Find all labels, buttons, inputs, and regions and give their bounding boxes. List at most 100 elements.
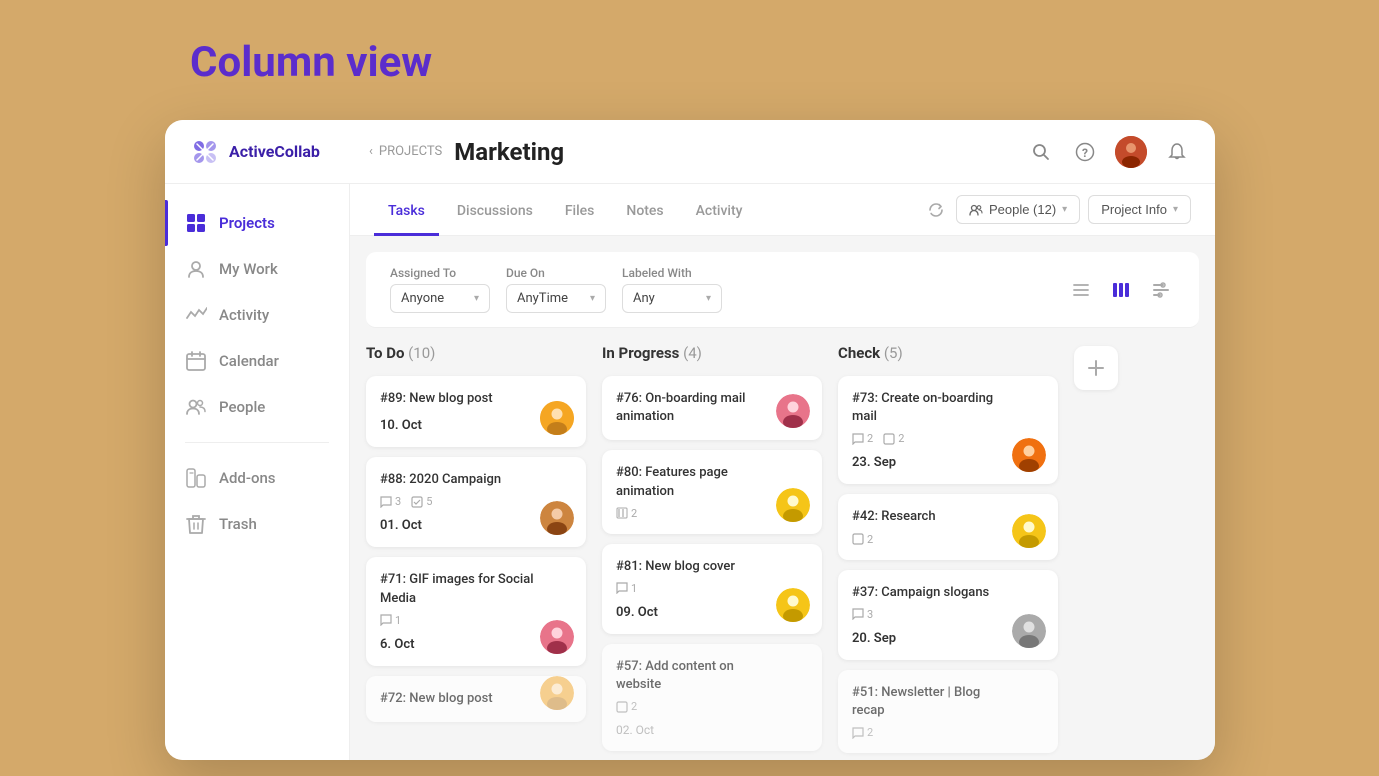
svg-text:?: ?: [1082, 146, 1088, 160]
sidebar-divider: [185, 442, 329, 443]
sidebar-item-label-trash: Trash: [219, 515, 257, 533]
task-card-88-comments: 3: [380, 495, 401, 508]
app-body: Projects My Work Activity: [165, 184, 1215, 760]
task-card-76[interactable]: #76: On-boarding mail animation: [602, 376, 822, 440]
filter-due-on-chevron: ▾: [590, 293, 595, 304]
task-card-57[interactable]: #57: Add content on website 2 02. Oct: [602, 644, 822, 751]
task-card-51-meta: 2: [852, 726, 1044, 739]
task-card-80-avatar: [776, 488, 810, 522]
sidebar-item-add-ons[interactable]: Add-ons: [165, 455, 349, 501]
column-todo-header: To Do (10): [366, 344, 586, 362]
task-card-37-title: #37: Campaign slogans: [852, 584, 1044, 602]
task-card-73-tasks: 2: [883, 432, 904, 445]
sidebar-item-label-activity: Activity: [219, 306, 269, 324]
column-todo: To Do (10) #89: New blog post 10. Oct: [366, 344, 586, 744]
refresh-icon[interactable]: [924, 198, 948, 222]
task-card-71[interactable]: #71: GIF images for Social Media 1 6. Oc…: [366, 557, 586, 665]
search-icon[interactable]: [1027, 138, 1055, 166]
sidebar-item-projects[interactable]: Projects: [165, 200, 349, 246]
page-title: Column view: [190, 38, 432, 87]
task-card-88[interactable]: #88: 2020 Campaign 3 5 01. Oct: [366, 457, 586, 547]
filter-assigned-to-value: Anyone: [401, 291, 444, 306]
task-card-81[interactable]: #81: New blog cover 1 09. Oct: [602, 544, 822, 634]
sidebar-item-trash[interactable]: Trash: [165, 501, 349, 547]
tab-files[interactable]: Files: [551, 185, 609, 236]
task-card-37-comments: 3: [852, 608, 873, 621]
user-avatar[interactable]: [1115, 136, 1147, 168]
list-view-icon[interactable]: [1067, 276, 1095, 304]
view-icons: [1067, 276, 1175, 304]
filter-assigned-to-select[interactable]: Anyone ▾: [390, 284, 490, 313]
filter-due-on-label: Due On: [506, 266, 606, 280]
task-card-42-tasks: 2: [852, 533, 873, 546]
people-button-label: People (12): [989, 202, 1056, 217]
task-card-42-avatar: [1012, 514, 1046, 548]
sidebar-item-people[interactable]: People: [165, 384, 349, 430]
kanban-board: To Do (10) #89: New blog post 10. Oct: [350, 328, 1215, 760]
timeline-view-icon[interactable]: [1147, 276, 1175, 304]
column-in-progress: In Progress (4) #76: On-boarding mail an…: [602, 344, 822, 744]
task-card-80[interactable]: #80: Features page animation 2: [602, 450, 822, 533]
column-check-header: Check (5): [838, 344, 1058, 362]
task-card-73[interactable]: #73: Create on-boarding mail 2 2 23.: [838, 376, 1058, 484]
column-view-icon[interactable]: [1107, 276, 1135, 304]
tab-tasks[interactable]: Tasks: [374, 185, 439, 236]
task-card-37[interactable]: #37: Campaign slogans 3 20. Sep: [838, 570, 1058, 660]
task-card-89[interactable]: #89: New blog post 10. Oct: [366, 376, 586, 447]
people-button[interactable]: People (12) ▾: [956, 195, 1080, 224]
tab-actions: People (12) ▾ Project Info ▾: [924, 195, 1191, 224]
project-info-chevron-icon: ▾: [1173, 204, 1178, 215]
filter-labeled-with: Labeled With Any ▾: [622, 266, 722, 313]
task-card-42[interactable]: #42: Research 2: [838, 494, 1058, 559]
logo-text: ActiveCollab: [229, 142, 320, 161]
task-card-81-comments: 1: [616, 582, 637, 595]
task-card-37-meta: 3: [852, 608, 1044, 621]
task-card-71-meta: 1: [380, 614, 572, 627]
column-check-count: (5): [884, 344, 903, 362]
sidebar-item-activity[interactable]: Activity: [165, 292, 349, 338]
filter-bar: Assigned To Anyone ▾ Due On AnyTime ▾ La…: [366, 252, 1199, 328]
task-card-71-title: #71: GIF images for Social Media: [380, 571, 572, 607]
tab-notes[interactable]: Notes: [612, 185, 677, 236]
app-header: ActiveCollab ‹ PROJECTS Marketing ?: [165, 120, 1215, 184]
filter-labeled-with-select[interactable]: Any ▾: [622, 284, 722, 313]
task-card-73-title: #73: Create on-boarding mail: [852, 390, 1044, 426]
content-area: Tasks Discussions Files Notes Activity: [350, 184, 1215, 760]
notification-icon[interactable]: [1163, 138, 1191, 166]
person-icon: [185, 258, 207, 280]
filter-due-on-value: AnyTime: [517, 291, 568, 306]
task-card-73-comments: 2: [852, 432, 873, 445]
column-in-progress-count: (4): [683, 344, 702, 362]
grid-icon: [185, 212, 207, 234]
sidebar-item-label-projects: Projects: [219, 214, 275, 232]
project-info-button[interactable]: Project Info ▾: [1088, 195, 1191, 224]
filter-labeled-with-value: Any: [633, 291, 655, 306]
sidebar-item-calendar[interactable]: Calendar: [165, 338, 349, 384]
help-icon[interactable]: ?: [1071, 138, 1099, 166]
task-card-72[interactable]: #72: New blog post: [366, 676, 586, 722]
tab-discussions[interactable]: Discussions: [443, 185, 547, 236]
tab-activity[interactable]: Activity: [682, 185, 757, 236]
task-card-89-avatar: [540, 401, 574, 435]
calendar-icon: [185, 350, 207, 372]
filter-due-on-select[interactable]: AnyTime ▾: [506, 284, 606, 313]
logo-area: ActiveCollab: [189, 136, 369, 168]
sidebar-item-label-calendar: Calendar: [219, 352, 279, 370]
sidebar-item-my-work[interactable]: My Work: [165, 246, 349, 292]
sidebar: Projects My Work Activity: [165, 184, 350, 760]
filter-due-on: Due On AnyTime ▾: [506, 266, 606, 313]
column-check: Check (5) #73: Create on-boarding mail 2: [838, 344, 1058, 744]
task-card-81-avatar: [776, 588, 810, 622]
project-title: Marketing: [454, 138, 1027, 166]
addons-icon: [185, 467, 207, 489]
task-card-81-title: #81: New blog cover: [616, 558, 808, 576]
sidebar-item-label-add-ons: Add-ons: [219, 469, 276, 487]
logo-icon: [189, 136, 221, 168]
task-card-51[interactable]: #51: Newsletter | Blog recap 2: [838, 670, 1058, 753]
task-card-57-title: #57: Add content on website: [616, 658, 808, 694]
breadcrumb: ‹ PROJECTS: [369, 144, 442, 159]
add-column-button[interactable]: [1074, 346, 1118, 390]
activity-icon: [185, 304, 207, 326]
column-todo-count: (10): [408, 344, 435, 362]
task-card-37-avatar: [1012, 614, 1046, 648]
